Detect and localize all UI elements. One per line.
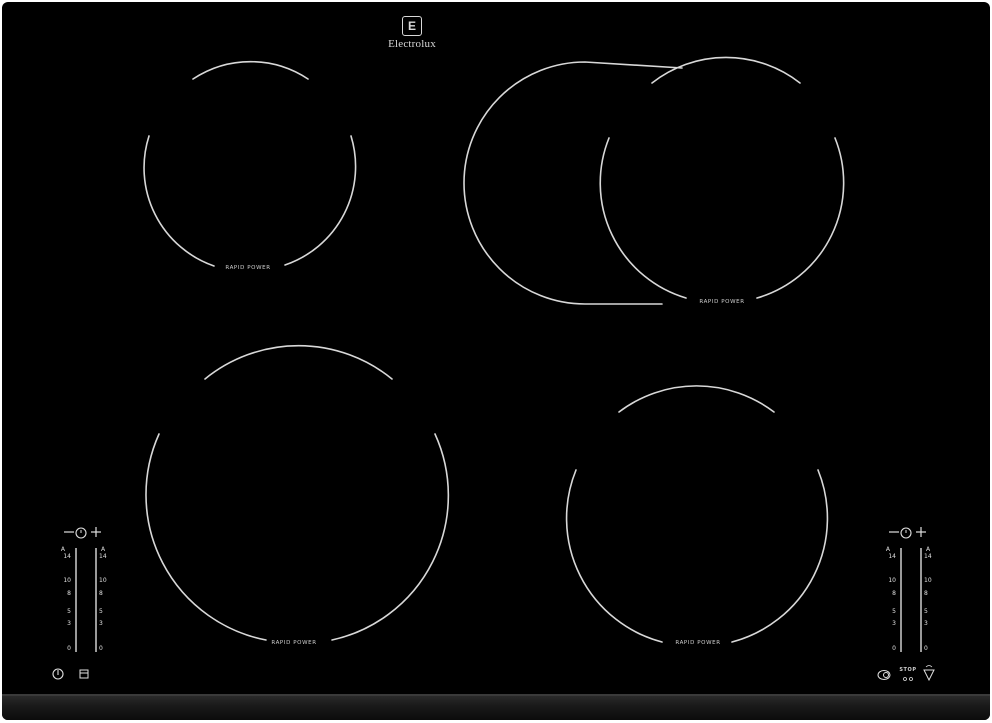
scale-label: 14 (924, 553, 932, 560)
scale-label-A: A (886, 546, 891, 553)
scale-label: 10 (99, 577, 107, 584)
scale-label: 14 (99, 553, 107, 560)
scale-label: 10 (63, 577, 71, 584)
rapid-power-label-front-left: RAPID POWER (271, 640, 317, 646)
scale-label: 5 (892, 608, 896, 615)
scale-label: 10 (888, 577, 896, 584)
scale-label-A: A (61, 546, 66, 553)
scale-label: 0 (924, 645, 928, 652)
stop-label: STOP (899, 667, 917, 673)
scale-label: 8 (924, 590, 928, 597)
scale-label: 3 (892, 620, 896, 627)
scale-label: 5 (99, 608, 103, 615)
front-bevel (2, 696, 990, 720)
scale-label: 5 (67, 608, 71, 615)
scale-label-A: A (926, 546, 931, 553)
scale-labels: A14108530A14108530A14108530A14108530 (61, 546, 932, 652)
glass-surface: E Electrolux A 14 10 8 5 3 0 A 14 10 8 5… (2, 2, 990, 720)
scale-label: 14 (888, 553, 896, 560)
rapid-power-label-front-right: RAPID POWER (675, 640, 721, 646)
scale-label: 8 (892, 590, 896, 597)
scale-label: 0 (67, 645, 71, 652)
rapid-power-label-rear-left: RAPID POWER (225, 265, 271, 271)
rapid-power-label-rear-right: RAPID POWER (699, 299, 745, 305)
cooktop: E Electrolux A 14 10 8 5 3 0 A 14 10 8 5… (0, 0, 992, 723)
scale-label: 5 (924, 608, 928, 615)
scale-label-A: A (101, 546, 106, 553)
scale-label: 14 (63, 553, 71, 560)
scale-label: 0 (892, 645, 896, 652)
scale-label: 3 (924, 620, 928, 627)
scale-label: 3 (99, 620, 103, 627)
scale-label: 0 (99, 645, 103, 652)
scale-label: 8 (67, 590, 71, 597)
scale-label: 10 (924, 577, 932, 584)
scale-label: 3 (67, 620, 71, 627)
scale-label: 8 (99, 590, 103, 597)
